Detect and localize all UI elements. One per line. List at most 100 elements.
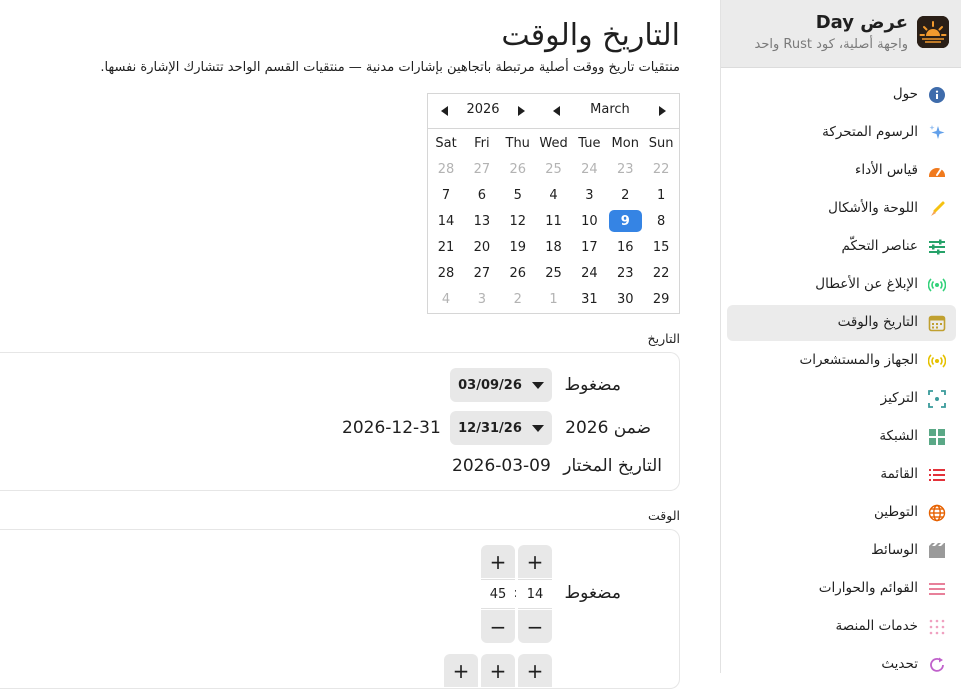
calendar-day-number: 6 [477,187,486,203]
calendar-day[interactable]: 16 [607,234,643,260]
calendar-day[interactable]: 5 [500,182,536,208]
film-icon [928,542,946,560]
calendar-day[interactable]: 18 [536,234,572,260]
calendar-day[interactable]: 23 [607,260,643,286]
sidebar: عرض Day واجهة أصلية، كود Rust واحد حول ا… [720,0,961,673]
calendar-day-number: 27 [473,265,491,281]
calendar-day[interactable]: 28 [428,260,464,286]
calendar-day[interactable]: 10 [571,208,607,234]
calendar-day[interactable]: 30 [607,286,643,312]
picker2-second-increment-button[interactable]: + [444,654,478,687]
calendar-day[interactable]: 6 [464,182,500,208]
calendar-day[interactable]: 12 [500,208,536,234]
sidebar-item-canvas[interactable]: اللوحة والأشكال [727,191,956,227]
calendar-day[interactable]: 29 [643,286,679,312]
calendar-day[interactable]: 28 [428,156,464,182]
calendar-day[interactable]: 15 [643,234,679,260]
calendar-icon [928,314,946,332]
calendar-day[interactable]: 1 [536,286,572,312]
sidebar-item-label: القوائم والحوارات [818,580,918,596]
calendar-day[interactable]: 31 [571,286,607,312]
calendar-day-selected[interactable]: 9 [607,208,643,234]
calendar-day[interactable]: 2 [500,286,536,312]
calendar-day-number: 5 [513,187,522,203]
calendar-day[interactable]: 8 [643,208,679,234]
calendar-day[interactable]: 3 [571,182,607,208]
calendar-day[interactable]: 2 [607,182,643,208]
calendar-day[interactable]: 26 [500,260,536,286]
range-date-picker[interactable]: 12/31/26 [450,411,552,445]
calendar-day-number: 11 [545,213,562,229]
weekday-label: Thu [505,135,530,151]
calendar-day[interactable]: 27 [464,156,500,182]
prev-year-icon[interactable] [438,104,452,118]
sidebar-item-platform-services[interactable]: خدمات المنصة [727,609,956,645]
calendar-day[interactable]: 11 [536,208,572,234]
calendar-day[interactable]: 4 [536,182,572,208]
sensor-icon [928,352,946,370]
calendar-day-number: 26 [509,265,526,281]
calendar-day[interactable]: 24 [571,156,607,182]
sliders-icon [928,238,946,256]
calendar-day-number: 3 [585,187,594,203]
sidebar-item-date-time[interactable]: التاريخ والوقت [727,305,956,341]
sidebar-item-device-sensors[interactable]: الجهاز والمستشعرات [727,343,956,379]
calendar-widget[interactable]: 2026 March Sun Mon Tue Wed Thu Fri Sat 22 23 24 25… [427,93,680,314]
calendar-day[interactable]: 22 [643,156,679,182]
calendar-day-number: 23 [616,161,634,177]
calendar-day[interactable]: 1 [643,182,679,208]
sidebar-item-benchmark[interactable]: قياس الأداء [727,153,956,189]
app-subtitle: واجهة أصلية، كود Rust واحد [754,37,908,52]
sidebar-item-localization[interactable]: التوطين [727,495,956,531]
calendar-day[interactable]: 3 [464,286,500,312]
calendar-day[interactable]: 19 [500,234,536,260]
sidebar-item-controls[interactable]: عناصر التحكّم [727,229,956,265]
calendar-day[interactable]: 21 [428,234,464,260]
page-subtitle: منتقيات تاريخ ووقت أصلية مرتبطة باتجاهين… [100,60,680,75]
sidebar-item-list[interactable]: القائمة [727,457,956,493]
prev-month-icon[interactable] [550,104,564,118]
calendar-day[interactable]: 23 [607,156,643,182]
next-month-icon[interactable] [655,104,669,118]
calendar-day[interactable]: 4 [428,286,464,312]
calendar-day-number: 22 [652,265,670,281]
calendar-day-number: 4 [441,291,451,307]
focus-icon [928,390,946,408]
range-date-value: 12/31/26 [458,420,522,436]
hour-increment-button[interactable]: + [518,545,552,578]
compact-date-picker[interactable]: 03/09/26 [450,368,552,402]
sidebar-item-grid[interactable]: الشبكة [727,419,956,455]
calendar-month: March [590,102,630,117]
date-section-label: التاريخ [647,331,680,346]
selected-date-label: التاريخ المختار [563,456,662,476]
picker2-minute-increment-button[interactable]: + [481,654,515,687]
calendar-day-number: 22 [652,161,670,177]
minute-decrement-button[interactable]: − [481,610,515,643]
calendar-day[interactable]: 27 [464,260,500,286]
calendar-day[interactable]: 14 [428,208,464,234]
calendar-day[interactable]: 13 [464,208,500,234]
sidebar-item-refresh[interactable]: تحديث [727,647,956,683]
calendar-day[interactable]: 17 [571,234,607,260]
calendar-day[interactable]: 20 [464,234,500,260]
hour-value[interactable]: 14 [518,579,552,609]
calendar-day[interactable]: 26 [500,156,536,182]
sidebar-item-media[interactable]: الوسائط [727,533,956,569]
calendar-day-number: 16 [616,239,634,255]
sidebar-item-focus[interactable]: التركيز [727,381,956,417]
calendar-day[interactable]: 24 [571,260,607,286]
minute-increment-button[interactable]: + [481,545,515,578]
sidebar-item-menus-dialogs[interactable]: القوائم والحوارات [727,571,956,607]
sidebar-item-animations[interactable]: الرسوم المتحركة [727,115,956,151]
calendar-day[interactable]: 25 [536,260,572,286]
calendar-day[interactable]: 7 [428,182,464,208]
next-year-icon[interactable] [514,104,528,118]
calendar-day-number: 8 [656,213,666,229]
minute-value[interactable]: 45 [481,579,515,609]
picker2-hour-increment-button[interactable]: + [518,654,552,687]
sidebar-item-crash-reporting[interactable]: الإبلاغ عن الأعطال [727,267,956,303]
sidebar-item-about[interactable]: حول [727,77,956,113]
hour-decrement-button[interactable]: − [518,610,552,643]
calendar-day[interactable]: 25 [536,156,572,182]
calendar-day[interactable]: 22 [643,260,679,286]
